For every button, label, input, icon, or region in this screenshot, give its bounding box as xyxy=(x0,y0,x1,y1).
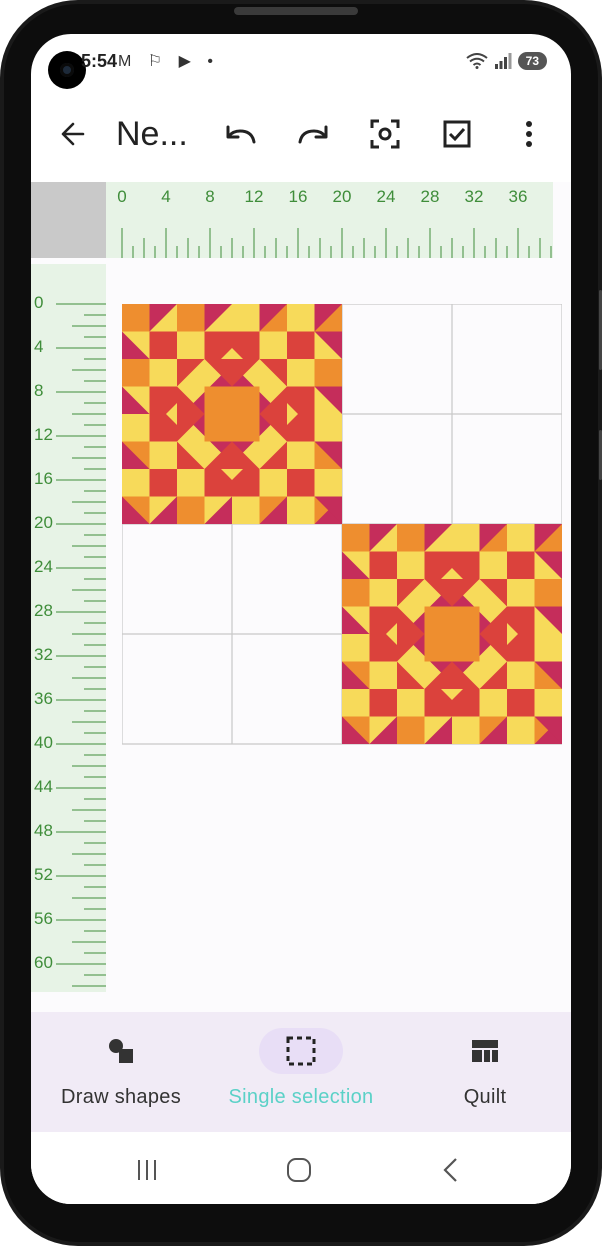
design-canvas[interactable]: 0 4 8 12 16 20 24 28 32 36 0 4 8 12 16 20 24 28 32 36 40 44 4… xyxy=(31,182,571,1012)
quilt-patch xyxy=(534,579,562,607)
ruler-corner xyxy=(31,182,106,258)
quilt-patch xyxy=(314,359,342,387)
back-arrow-icon[interactable] xyxy=(53,114,93,154)
quilt-patch xyxy=(149,469,177,497)
screen: 5:54 M ⚐ ▶ • 73 Ne... 0 4 8 12 16 20 24 … xyxy=(31,34,571,1204)
undo-icon[interactable] xyxy=(221,114,261,154)
ruler-label: 8 xyxy=(205,187,214,206)
ruler-label: 8 xyxy=(34,381,43,400)
ruler-label: 12 xyxy=(245,187,264,206)
ruler-label: 32 xyxy=(465,187,484,206)
shapes-icon xyxy=(103,1036,139,1066)
ruler-top: 0 4 8 12 16 20 24 28 32 36 xyxy=(106,182,553,258)
quilt-layout[interactable] xyxy=(122,304,562,748)
quilt-patch xyxy=(287,331,315,359)
bottom-navigation: Draw shapes Single selection Quilt xyxy=(31,1012,571,1132)
ruler-label: 16 xyxy=(34,469,53,488)
quilt-patch xyxy=(507,689,535,717)
quilt-patch xyxy=(177,496,205,524)
nav-label: Single selection xyxy=(228,1086,374,1108)
status-right: 73 xyxy=(466,52,547,70)
ruler-left: 0 4 8 12 16 20 24 28 32 36 40 44 48 52 56 60 xyxy=(31,264,106,992)
recents-icon[interactable] xyxy=(127,1150,167,1190)
back-icon[interactable] xyxy=(431,1150,471,1190)
nav-single-selection[interactable]: Single selection xyxy=(211,1012,391,1132)
focus-icon[interactable] xyxy=(365,114,405,154)
ruler-label: 12 xyxy=(34,425,53,444)
ruler-label: 20 xyxy=(333,187,352,206)
quilt-block[interactable] xyxy=(342,524,562,744)
quilt-center xyxy=(424,606,480,662)
ruler-label: 40 xyxy=(34,733,53,752)
quilt-patch xyxy=(287,469,315,497)
ruler-label: 24 xyxy=(34,557,53,576)
system-navigation-bar xyxy=(31,1132,571,1204)
quilt-block[interactable] xyxy=(122,304,342,524)
dot-icon: • xyxy=(207,53,219,70)
ruler-label: 24 xyxy=(377,187,396,206)
phone-frame: 5:54 M ⚐ ▶ • 73 Ne... 0 4 8 12 16 20 24 … xyxy=(0,0,602,1246)
ruler-label: 28 xyxy=(34,601,53,620)
ruler-label: 32 xyxy=(34,645,53,664)
nav-label: Quilt xyxy=(463,1086,507,1108)
ruler-label: 48 xyxy=(34,821,53,840)
selection-icon xyxy=(283,1036,319,1066)
ruler-label: 0 xyxy=(117,187,126,206)
ruler-label: 4 xyxy=(161,187,170,206)
top-app-bar: Ne... xyxy=(31,90,571,178)
nav-draw-shapes[interactable]: Draw shapes xyxy=(31,1012,211,1132)
ruler-label: 56 xyxy=(34,909,53,928)
gmail-icon: M xyxy=(118,53,138,70)
ruler-label: 36 xyxy=(509,187,528,206)
quilt-icon xyxy=(467,1036,503,1066)
quilt-patch xyxy=(397,524,425,552)
ruler-label: 52 xyxy=(34,865,53,884)
status-bar: 5:54 M ⚐ ▶ • 73 xyxy=(31,34,571,90)
home-icon[interactable] xyxy=(279,1150,319,1190)
app-icon: ▶ xyxy=(178,53,197,70)
more-vert-icon[interactable] xyxy=(509,114,549,154)
ruler-label: 60 xyxy=(34,953,53,972)
quilt-patch xyxy=(369,689,397,717)
ruler-label: 44 xyxy=(34,777,53,796)
ruler-label: 4 xyxy=(34,337,43,356)
redo-icon[interactable] xyxy=(293,114,333,154)
wifi-icon xyxy=(466,53,488,69)
quilt-patch xyxy=(342,579,370,607)
ruler-label: 20 xyxy=(34,513,53,532)
quilt-patch xyxy=(397,716,425,744)
ruler-label: 36 xyxy=(34,689,53,708)
quilt-patch xyxy=(122,359,150,387)
quilt-patch xyxy=(342,524,370,552)
notification-icons: M ⚐ ▶ • xyxy=(118,51,219,71)
nav-quilt[interactable]: Quilt xyxy=(395,1012,571,1132)
battery-indicator: 73 xyxy=(517,52,547,70)
ruler-label: 28 xyxy=(421,187,440,206)
ruler-left-scale: 04812162024283236404448525660 xyxy=(34,293,106,987)
quilt-patch xyxy=(507,551,535,579)
check-box-icon[interactable] xyxy=(437,114,477,154)
nav-label: Draw shapes xyxy=(60,1086,182,1108)
ruler-label: 0 xyxy=(34,293,43,312)
status-time: 5:54 xyxy=(81,51,118,71)
notification-icon: ⚐ xyxy=(147,53,169,70)
ruler-top-scale: 0 4 8 12 16 20 24 28 32 36 xyxy=(117,187,552,258)
speaker-grille xyxy=(234,7,358,15)
quilt-patch xyxy=(149,331,177,359)
quilt-center xyxy=(204,386,260,442)
ruler-label: 16 xyxy=(289,187,308,206)
quilt-patch xyxy=(122,304,150,332)
quilt-patch xyxy=(369,551,397,579)
document-title[interactable]: Ne... xyxy=(116,115,188,154)
signal-icon xyxy=(494,53,512,69)
quilt-patch xyxy=(177,304,205,332)
